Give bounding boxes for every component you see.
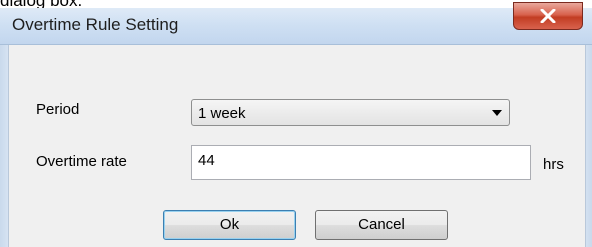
period-label: Period (36, 101, 80, 118)
title-bar: Overtime Rule Setting (0, 2, 592, 45)
window-frame-left (0, 45, 8, 247)
overtime-rule-dialog: Overtime Rule Setting Period 1 week Over… (0, 2, 592, 247)
overtime-rate-input[interactable]: 44 (191, 145, 531, 180)
cancel-button[interactable]: Cancel (315, 210, 448, 240)
period-select[interactable]: 1 week (191, 99, 510, 126)
close-button[interactable] (513, 2, 583, 30)
close-icon (540, 9, 556, 23)
period-select-value: 1 week (198, 105, 246, 122)
ok-button[interactable]: Ok (163, 210, 296, 240)
dialog-body: Period 1 week Overtime rate 44 hrs Ok Ca… (8, 45, 586, 247)
chevron-down-icon (492, 110, 502, 116)
dialog-title: Overtime Rule Setting (12, 15, 179, 34)
overtime-rate-value: 44 (198, 152, 215, 169)
hours-unit-label: hrs (543, 156, 564, 173)
overtime-rate-label: Overtime rate (36, 153, 127, 170)
